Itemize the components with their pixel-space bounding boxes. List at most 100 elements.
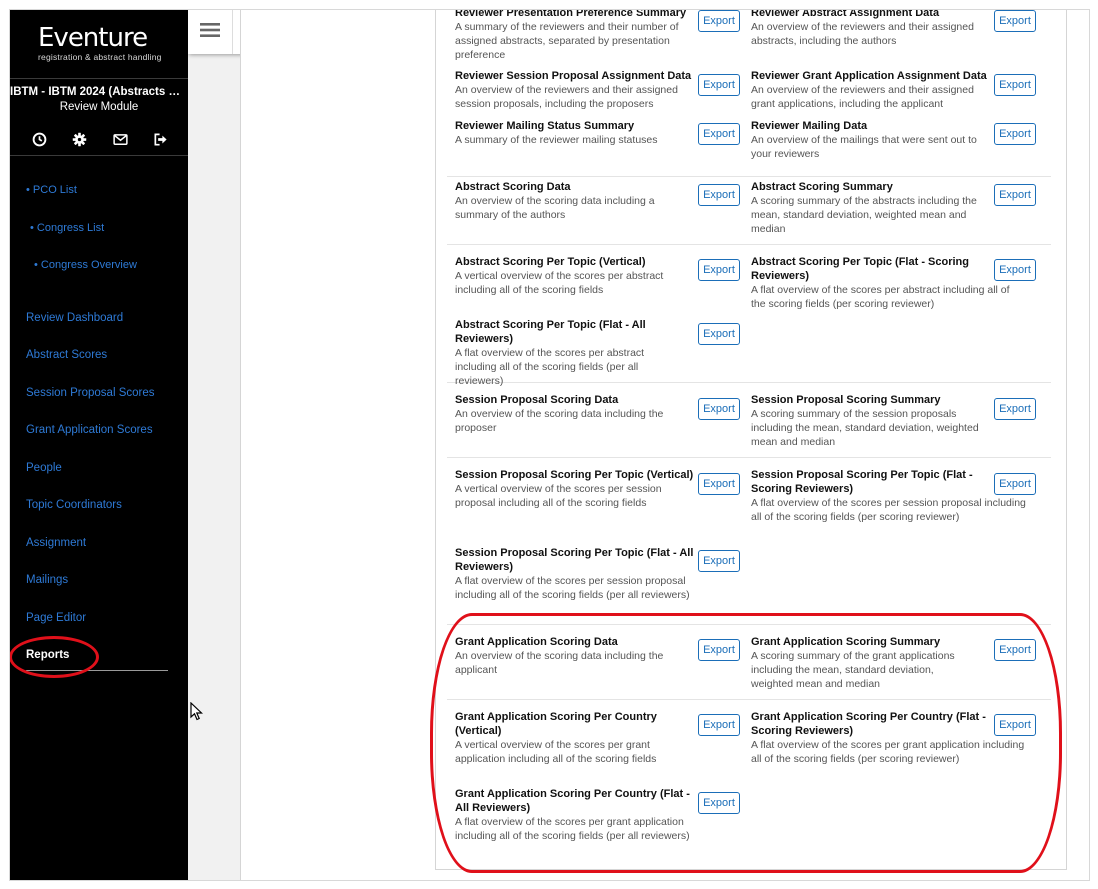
- report-title: Abstract Scoring Per Topic (Flat - Scori…: [751, 256, 969, 282]
- logout-icon[interactable]: [152, 130, 170, 148]
- report-title: Abstract Scoring Per Topic (Vertical): [455, 256, 646, 268]
- export-button[interactable]: Export: [994, 714, 1036, 736]
- sidebar-divider: [10, 78, 188, 79]
- nav-congress-overview[interactable]: • Congress Overview: [34, 259, 137, 271]
- export-button[interactable]: Export: [698, 323, 740, 345]
- nav-abstract-scores[interactable]: Abstract Scores: [26, 349, 107, 361]
- report-description: A scoring summary of the abstracts inclu…: [751, 195, 977, 235]
- export-button[interactable]: Export: [994, 639, 1036, 661]
- report-item: Grant Application Scoring Per Country (F…: [751, 710, 1024, 766]
- report-description: An overview of the reviewers and their a…: [751, 84, 974, 110]
- report-title: Reviewer Mailing Data: [751, 120, 868, 132]
- app-window: Eventure registration & abstract handlin…: [9, 9, 1090, 881]
- export-button[interactable]: Export: [698, 714, 740, 736]
- report-item: Session Proposal Scoring Per Topic (Flat…: [455, 546, 695, 602]
- report-title: Abstract Scoring Data: [455, 181, 571, 193]
- export-button[interactable]: Export: [698, 473, 740, 495]
- export-button[interactable]: Export: [698, 10, 740, 32]
- report-title: Session Proposal Scoring Summary: [751, 394, 941, 406]
- report-title: Grant Application Scoring Per Country (F…: [751, 711, 986, 737]
- report-item: Session Proposal Scoring Summary A scori…: [751, 393, 991, 449]
- section-divider: [447, 457, 1051, 458]
- nav-pco-list[interactable]: • PCO List: [26, 184, 77, 196]
- export-button[interactable]: Export: [994, 123, 1036, 145]
- report-description: A vertical overview of the scores per gr…: [455, 739, 657, 765]
- export-button[interactable]: Export: [994, 398, 1036, 420]
- report-item: Grant Application Scoring Per Country (F…: [455, 787, 695, 843]
- report-item: Abstract Scoring Per Topic (Vertical) A …: [455, 255, 695, 297]
- report-title: Session Proposal Scoring Per Topic (Flat…: [751, 469, 973, 495]
- report-item: Abstract Scoring Data An overview of the…: [455, 180, 695, 222]
- report-description: A flat overview of the scores per grant …: [455, 816, 690, 842]
- menu-toggle-button[interactable]: [188, 10, 233, 54]
- report-description: A flat overview of the scores per abstra…: [751, 284, 1010, 310]
- section-divider: [447, 699, 1051, 700]
- logo-tagline: registration & abstract handling: [38, 52, 162, 62]
- export-button[interactable]: Export: [698, 74, 740, 96]
- report-item: Session Proposal Scoring Per Topic (Vert…: [455, 468, 695, 510]
- export-button[interactable]: Export: [994, 74, 1036, 96]
- export-button[interactable]: Export: [698, 123, 740, 145]
- export-button[interactable]: Export: [698, 259, 740, 281]
- nav-page-editor[interactable]: Page Editor: [26, 612, 86, 624]
- report-item: Grant Application Scoring Per Country (V…: [455, 710, 695, 766]
- sidebar-divider: [10, 155, 188, 156]
- nav-review-dashboard[interactable]: Review Dashboard: [26, 312, 123, 324]
- export-button[interactable]: Export: [994, 259, 1036, 281]
- report-description: A scoring summary of the grant applicati…: [751, 650, 955, 690]
- report-item: Session Proposal Scoring Data An overvie…: [455, 393, 695, 435]
- nav-mailings[interactable]: Mailings: [26, 574, 68, 586]
- report-title: Reviewer Presentation Preference Summary: [455, 9, 687, 19]
- nav-session-proposal-scores[interactable]: Session Proposal Scores: [26, 387, 154, 399]
- eventure-logo[interactable]: Eventure registration & abstract handlin…: [38, 24, 162, 62]
- report-description: A flat overview of the scores per abstra…: [455, 347, 645, 387]
- report-title: Reviewer Mailing Status Summary: [455, 120, 635, 132]
- report-description: An overview of the reviewers and their a…: [751, 21, 974, 47]
- report-item: Grant Application Scoring Data An overvi…: [455, 635, 695, 677]
- nav-assignment[interactable]: Assignment: [26, 537, 86, 549]
- report-description: A flat overview of the scores per grant …: [751, 739, 1025, 765]
- hamburger-icon: [200, 22, 220, 43]
- clock-icon[interactable]: [30, 130, 48, 148]
- export-button[interactable]: Export: [698, 184, 740, 206]
- report-item: Reviewer Mailing Data An overview of the…: [751, 119, 991, 161]
- report-title: Reviewer Session Proposal Assignment Dat…: [455, 70, 692, 82]
- envelope-icon[interactable]: [111, 130, 129, 148]
- logo-wordmark: Eventure: [38, 23, 148, 53]
- report-title: Abstract Scoring Summary: [751, 181, 893, 193]
- export-button[interactable]: Export: [994, 184, 1036, 206]
- report-title: Session Proposal Scoring Data: [455, 394, 619, 406]
- export-button[interactable]: Export: [994, 10, 1036, 32]
- report-item: Reviewer Abstract Assignment Data An ove…: [751, 10, 991, 48]
- export-button[interactable]: Export: [698, 398, 740, 420]
- report-title: Grant Application Scoring Per Country (V…: [455, 711, 657, 737]
- gear-icon[interactable]: [71, 130, 89, 148]
- report-description: A scoring summary of the session proposa…: [751, 408, 979, 448]
- export-button[interactable]: Export: [698, 550, 740, 572]
- report-title: Abstract Scoring Per Topic (Flat - All R…: [455, 319, 646, 345]
- nav-topic-coordinators[interactable]: Topic Coordinators: [26, 499, 122, 511]
- section-divider: [447, 176, 1051, 177]
- sidebar: Eventure registration & abstract handlin…: [10, 10, 188, 880]
- report-description: A summary of the reviewer mailing status…: [455, 134, 658, 146]
- section-divider: [447, 244, 1051, 245]
- report-description: An overview of the mailings that were se…: [751, 134, 977, 160]
- nav-reports[interactable]: Reports: [26, 649, 69, 661]
- sidebar-icon-bar: [30, 129, 170, 149]
- report-title: Session Proposal Scoring Per Topic (Flat…: [455, 547, 694, 573]
- report-description: An overview of the scoring data includin…: [455, 650, 664, 676]
- report-title: Grant Application Scoring Per Country (F…: [455, 788, 690, 814]
- module-name: Review Module: [59, 101, 139, 113]
- export-button[interactable]: Export: [698, 639, 740, 661]
- export-button[interactable]: Export: [698, 792, 740, 814]
- mouse-cursor-icon: [190, 702, 203, 721]
- export-button[interactable]: Export: [994, 473, 1036, 495]
- nav-congress-list[interactable]: • Congress List: [30, 222, 104, 234]
- report-title: Grant Application Scoring Data: [455, 636, 618, 648]
- report-item: Session Proposal Scoring Per Topic (Flat…: [751, 468, 1026, 524]
- report-description: An overview of the reviewers and their a…: [455, 84, 678, 110]
- nav-grant-application-scores[interactable]: Grant Application Scores: [26, 424, 153, 436]
- report-description: A flat overview of the scores per sessio…: [751, 497, 1026, 523]
- report-description: A vertical overview of the scores per ab…: [455, 270, 664, 296]
- nav-people[interactable]: People: [26, 462, 62, 474]
